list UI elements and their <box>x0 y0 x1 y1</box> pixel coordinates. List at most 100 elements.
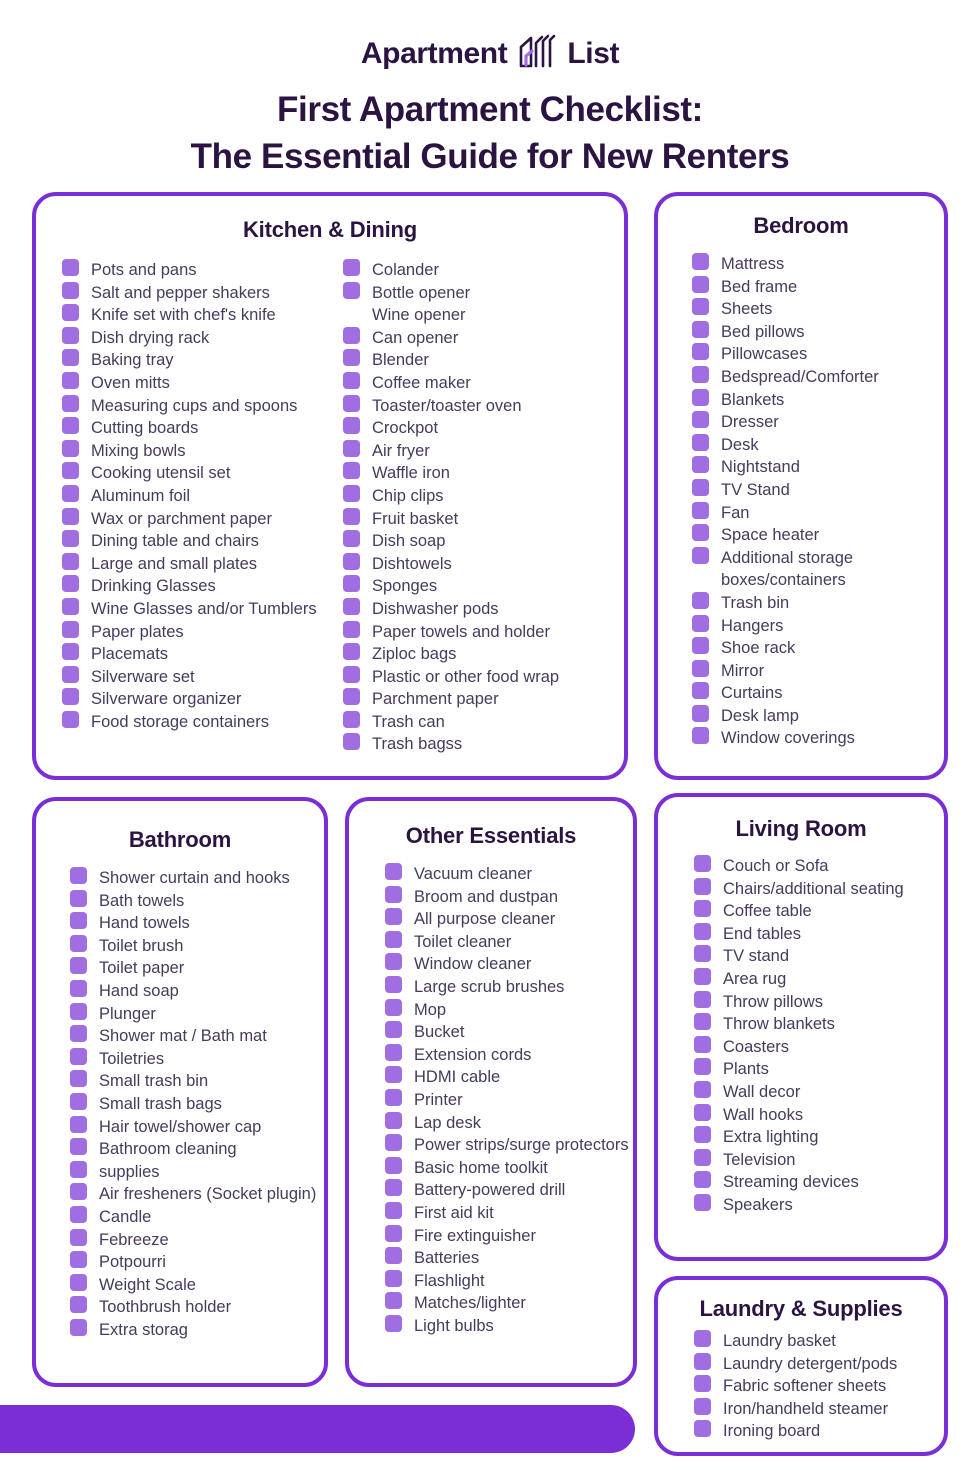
checkbox-icon[interactable] <box>343 710 360 728</box>
checkbox-icon[interactable] <box>343 597 360 615</box>
checkbox-icon[interactable] <box>385 908 402 926</box>
checkbox-icon[interactable] <box>692 727 709 745</box>
checkbox-icon[interactable] <box>694 1193 711 1211</box>
checklist-item[interactable]: Knife set with chef's knife <box>62 304 343 327</box>
checklist-item[interactable]: Chip clips <box>343 484 624 508</box>
checklist-item[interactable]: Ziploc bags <box>343 643 624 666</box>
checklist-item[interactable]: Mirror <box>692 659 944 683</box>
checklist-item[interactable]: Batteries <box>385 1247 633 1270</box>
checkbox-icon[interactable] <box>70 1228 87 1246</box>
checklist-item[interactable]: Pots and pans <box>62 259 343 282</box>
checklist-item[interactable]: Silverware set <box>62 665 343 689</box>
checkbox-icon[interactable] <box>694 1148 711 1166</box>
checkbox-icon[interactable] <box>343 507 360 525</box>
checklist-item[interactable]: Flashlight <box>385 1269 633 1293</box>
checklist-item[interactable]: Plastic or other food wrap <box>343 665 624 689</box>
checkbox-icon[interactable] <box>385 1021 402 1039</box>
checkbox-icon[interactable] <box>692 253 709 270</box>
checklist-item[interactable]: Waffle iron <box>343 462 624 485</box>
checkbox-icon[interactable] <box>692 343 709 361</box>
checklist-item[interactable]: Baking tray <box>62 349 343 372</box>
checklist-item[interactable]: Bathroom cleaning <box>70 1138 324 1161</box>
checklist-item[interactable]: Power strips/surge protectors <box>385 1134 633 1157</box>
checkbox-icon[interactable] <box>343 575 360 593</box>
checklist-item[interactable]: Hair towel/shower cap <box>70 1115 324 1139</box>
checkbox-icon[interactable] <box>70 1251 87 1269</box>
checklist-item[interactable]: Lap desk <box>385 1111 633 1135</box>
checklist-item[interactable]: Trash bin <box>692 591 944 615</box>
checklist-item[interactable]: Colander <box>343 259 624 282</box>
checklist-item[interactable]: Fire extinguisher <box>385 1224 633 1248</box>
checkbox-icon[interactable] <box>62 665 79 683</box>
checklist-item[interactable]: Additional storage boxes/containers <box>692 546 944 592</box>
checklist-item[interactable]: Hangers <box>692 614 944 638</box>
checkbox-icon[interactable] <box>62 394 79 412</box>
checklist-item[interactable]: Bottle opener <box>343 281 624 305</box>
checkbox-icon[interactable] <box>62 710 79 728</box>
checklist-item[interactable]: Light bulbs <box>385 1314 633 1338</box>
checklist-item[interactable]: Toilet cleaner <box>385 930 633 954</box>
checkbox-icon[interactable] <box>694 967 711 985</box>
checkbox-icon[interactable] <box>694 1375 711 1393</box>
checklist-item[interactable]: Mop <box>385 998 633 1022</box>
checklist-item[interactable]: Wall hooks <box>694 1103 944 1127</box>
checklist-item[interactable]: Fabric softener sheets <box>694 1375 944 1398</box>
checklist-item[interactable]: Paper towels and holder <box>343 620 624 644</box>
checklist-item[interactable]: Bucket <box>385 1021 633 1044</box>
checkbox-icon[interactable] <box>70 1160 87 1178</box>
checklist-item[interactable]: Toiletries <box>70 1047 324 1071</box>
checklist-item[interactable]: Dining table and chairs <box>62 530 343 553</box>
checklist-item[interactable]: Placemats <box>62 643 343 666</box>
checkbox-icon[interactable] <box>692 433 709 451</box>
checklist-item[interactable]: Nightstand <box>692 456 944 479</box>
checkbox-icon[interactable] <box>70 957 87 975</box>
checkbox-icon[interactable] <box>343 259 360 276</box>
checkbox-icon[interactable] <box>343 688 360 706</box>
checklist-item[interactable]: Mattress <box>692 253 944 276</box>
checklist-item[interactable]: Area rug <box>694 967 944 991</box>
checkbox-icon[interactable] <box>343 484 360 502</box>
checkbox-icon[interactable] <box>385 998 402 1016</box>
checkbox-icon[interactable] <box>692 682 709 700</box>
checklist-item[interactable]: TV stand <box>694 945 944 968</box>
checkbox-icon[interactable] <box>70 1318 87 1336</box>
checkbox-icon[interactable] <box>62 688 79 706</box>
checklist-item[interactable]: Trash can <box>343 710 624 734</box>
checklist-item[interactable]: Bath towels <box>70 889 324 913</box>
checklist-item[interactable]: Paper plates <box>62 620 343 644</box>
checklist-item[interactable]: Measuring cups and spoons <box>62 394 343 418</box>
checkbox-icon[interactable] <box>692 275 709 293</box>
checklist-item[interactable]: Extension cords <box>385 1043 633 1067</box>
checkbox-icon[interactable] <box>692 524 709 542</box>
checklist-item[interactable]: Couch or Sofa <box>694 855 944 878</box>
checkbox-icon[interactable] <box>62 620 79 638</box>
checkbox-icon[interactable] <box>70 1025 87 1043</box>
checkbox-icon[interactable] <box>694 1420 711 1438</box>
checklist-item[interactable]: Oven mitts <box>62 371 343 395</box>
checkbox-icon[interactable] <box>385 953 402 971</box>
checkbox-icon[interactable] <box>62 304 79 322</box>
checklist-item[interactable]: All purpose cleaner <box>385 908 633 931</box>
checklist-item[interactable]: Aluminum foil <box>62 484 343 508</box>
checkbox-icon[interactable] <box>385 1088 402 1106</box>
checkbox-icon[interactable] <box>694 990 711 1008</box>
checklist-item[interactable]: Drinking Glasses <box>62 575 343 598</box>
checkbox-icon[interactable] <box>385 975 402 993</box>
checklist-item[interactable]: Parchment paper <box>343 688 624 711</box>
checkbox-icon[interactable] <box>343 394 360 412</box>
checkbox-icon[interactable] <box>70 1296 87 1314</box>
checklist-item[interactable]: Sheets <box>692 298 944 321</box>
checkbox-icon[interactable] <box>343 733 360 751</box>
checklist-item[interactable]: Toilet brush <box>70 934 324 958</box>
checklist-item[interactable]: Wax or parchment paper <box>62 507 343 531</box>
checklist-item[interactable]: Hand towels <box>70 912 324 935</box>
checkbox-icon[interactable] <box>70 1092 87 1110</box>
checklist-item[interactable]: Candle <box>70 1205 324 1229</box>
checklist-item[interactable]: Window coverings <box>692 727 944 750</box>
checklist-item[interactable]: Streaming devices <box>694 1171 944 1194</box>
checkbox-icon[interactable] <box>70 1273 87 1291</box>
checklist-item[interactable]: Hand soap <box>70 979 324 1003</box>
checkbox-icon[interactable] <box>385 1134 402 1152</box>
checklist-item[interactable]: Throw blankets <box>694 1013 944 1036</box>
checklist-item[interactable]: Extra storag <box>70 1318 324 1342</box>
